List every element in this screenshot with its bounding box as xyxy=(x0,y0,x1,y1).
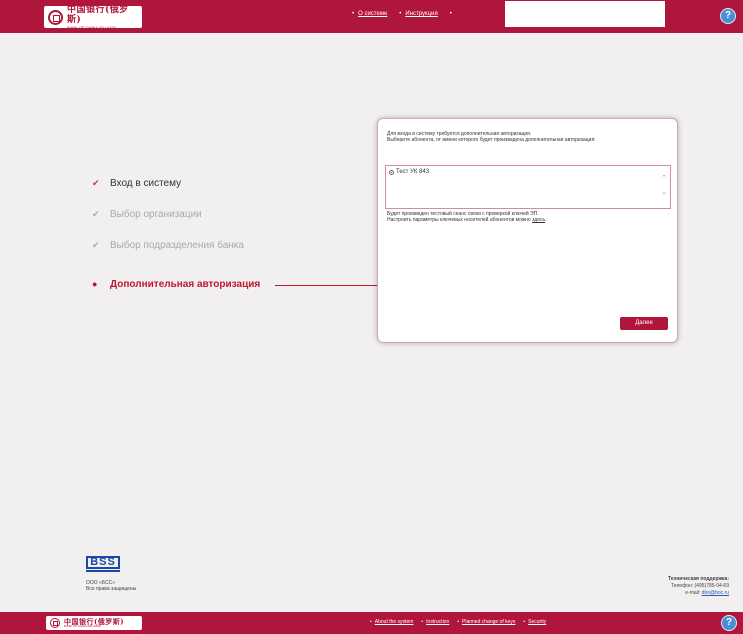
tech-support: Техническая поддержка: Телефон: (495)785… xyxy=(668,576,729,597)
step-connector-line xyxy=(275,285,378,286)
radio-icon[interactable] xyxy=(389,169,394,175)
support-title: Техническая поддержка: xyxy=(667,576,729,582)
nav-bullet: • xyxy=(449,11,452,17)
nav-bullet: • xyxy=(523,619,526,625)
scroll-up-icon[interactable]: ⌃ xyxy=(661,174,667,182)
footer-link-security[interactable]: Security xyxy=(528,619,546,625)
check-icon: ✔ xyxy=(92,240,100,250)
dialog-intro: Для входа в систему требуется дополнител… xyxy=(387,131,672,143)
bank-logo-footer[interactable]: 中国银行(俄罗斯) BANK OF CHINA (ELUOSI) xyxy=(46,616,142,630)
check-icon: ✔ xyxy=(92,209,100,219)
nav-link-about[interactable]: О системе xyxy=(358,11,387,17)
bullet-icon: ● xyxy=(92,279,98,289)
subscriber-listbox[interactable]: Тест УК 843 ⌃ ⌄ xyxy=(385,165,671,209)
help-icon-footer[interactable]: ? xyxy=(721,615,737,631)
list-item[interactable]: Тест УК 843 xyxy=(389,169,429,175)
email-label: e-mail: xyxy=(685,590,701,596)
support-email-row: e-mail: dbo@boc.ru xyxy=(668,590,729,597)
nav-bullet: • xyxy=(370,619,372,625)
bank-logo[interactable]: 中国银行(俄罗斯) BANK OF CHINA (ELUOSI) xyxy=(44,4,142,30)
bank-logo-icon xyxy=(48,9,63,25)
step-label: Вход в систему xyxy=(110,178,182,189)
bank-logo-icon xyxy=(50,618,60,628)
nav-bullet: • xyxy=(399,11,402,17)
nav-bullet: • xyxy=(457,619,460,625)
subscriber-name: Тест УК 843 xyxy=(396,169,430,175)
help-icon[interactable]: ? xyxy=(720,8,736,24)
dialog-note-text: Настроить параметры ключевых носителей а… xyxy=(387,217,531,223)
header-blank-area xyxy=(505,1,665,27)
support-email-link[interactable]: dbo@boc.ru xyxy=(702,590,729,596)
dialog-note-line: Настроить параметры ключевых носителей а… xyxy=(387,217,547,223)
scroll-down-icon[interactable]: ⌄ xyxy=(661,188,667,196)
footer-link-key-change[interactable]: Planned change of keys xyxy=(462,619,515,625)
copyright-text: Все права защищены xyxy=(86,586,137,592)
additional-auth-dialog: Для входа в систему требуется дополнител… xyxy=(377,118,678,343)
dialog-note: Будет произведен тестовый сеанс связи с … xyxy=(387,211,672,223)
nav-link-instruction[interactable]: Инструкция xyxy=(405,11,437,17)
support-phone: Телефон: (495)785-04-69 xyxy=(671,583,729,589)
company-info: ООО «БСС» Все права защищены xyxy=(86,580,136,592)
step-label: Дополнительная авторизация xyxy=(110,279,261,290)
check-icon: ✔ xyxy=(92,178,100,188)
logo-text-en: BANK OF CHINA (ELUOSI) xyxy=(64,624,102,628)
bss-logo: BSS xyxy=(86,556,120,572)
logo-text-en: BANK OF CHINA (ELUOSI) xyxy=(67,24,117,30)
step-label: Выбор организации xyxy=(110,209,202,220)
nav-bullet: • xyxy=(352,11,355,17)
step-label: Выбор подразделения банка xyxy=(110,240,244,251)
nav-bullet: • xyxy=(421,619,424,625)
top-nav: • О системе • Инструкция • xyxy=(352,11,456,17)
footer-link-about[interactable]: About the system xyxy=(375,619,414,625)
settings-here-link[interactable]: здесь xyxy=(532,217,545,223)
next-button[interactable]: Далее xyxy=(620,317,668,330)
bottom-nav: • About the system • Instruction • Plann… xyxy=(370,619,546,625)
dialog-intro-line: Выберите абонента, от имени которого буд… xyxy=(387,137,596,143)
logo-text-cn: 中国银行(俄罗斯) xyxy=(67,4,129,25)
footer-link-instruction[interactable]: Instruction xyxy=(426,619,449,625)
